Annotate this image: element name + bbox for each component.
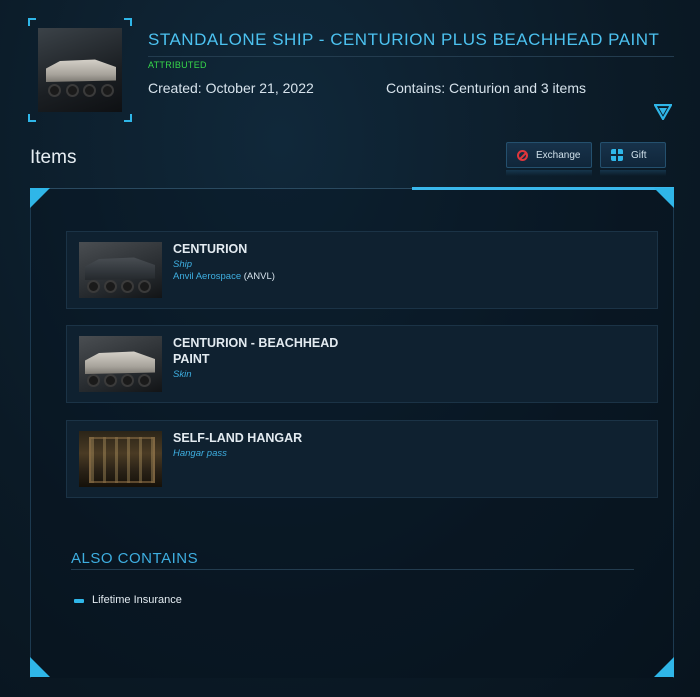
list-item[interactable]: SELF-LAND HANGAR Hangar pass	[66, 420, 658, 498]
item-manufacturer: Anvil Aerospace (ANVL)	[173, 271, 275, 282]
frame-corner	[124, 18, 132, 26]
gift-button[interactable]: Gift	[600, 142, 666, 168]
title-divider	[148, 56, 674, 57]
frame-corner	[124, 114, 132, 122]
package-image	[38, 28, 122, 112]
also-contains-item: Lifetime Insurance	[92, 594, 182, 606]
corner-accent	[30, 657, 50, 677]
corner-accent	[654, 657, 674, 677]
panel-accent-bar	[412, 187, 674, 190]
item-name: CENTURION - BEACHHEAD PAINT	[173, 336, 339, 366]
list-item[interactable]: CENTURION - BEACHHEAD PAINT Skin	[66, 325, 658, 403]
bullet-icon	[74, 599, 84, 603]
frame-corner	[28, 18, 36, 26]
also-contains-heading: ALSO CONTAINS	[71, 550, 199, 567]
items-heading: Items	[30, 147, 77, 168]
item-image	[79, 242, 162, 298]
item-type: Ship	[173, 259, 193, 270]
vehicle-wheels	[87, 280, 151, 293]
item-image	[79, 336, 162, 392]
created-date: Created: October 21, 2022	[148, 80, 314, 96]
hangar-image	[79, 431, 162, 487]
vehicle-wheels	[48, 84, 114, 98]
package-thumbnail[interactable]	[28, 18, 132, 122]
button-glow	[506, 170, 592, 176]
exchange-label: Exchange	[536, 149, 581, 161]
button-glow	[600, 170, 666, 176]
frame-corner	[28, 114, 36, 122]
also-contains-divider	[71, 569, 634, 570]
list-item[interactable]: CENTURION Ship Anvil Aerospace (ANVL)	[66, 231, 658, 309]
item-image	[79, 431, 162, 487]
gift-icon	[611, 149, 623, 161]
vehicle-wheels	[87, 374, 151, 387]
triangle-down-icon[interactable]	[654, 104, 672, 120]
exchange-icon	[517, 149, 528, 161]
corner-accent	[654, 188, 674, 208]
corner-accent	[30, 188, 50, 208]
exchange-button[interactable]: Exchange	[506, 142, 592, 168]
item-type: Skin	[173, 369, 192, 380]
item-name: CENTURION	[173, 242, 248, 256]
contains-summary: Contains: Centurion and 3 items	[386, 80, 586, 96]
package-title: STANDALONE SHIP - CENTURION PLUS BEACHHE…	[148, 30, 660, 49]
status-badge: ATTRIBUTED	[148, 60, 207, 70]
gift-label: Gift	[631, 149, 647, 161]
item-type: Hangar pass	[173, 448, 227, 459]
item-name: SELF-LAND HANGAR	[173, 431, 303, 445]
